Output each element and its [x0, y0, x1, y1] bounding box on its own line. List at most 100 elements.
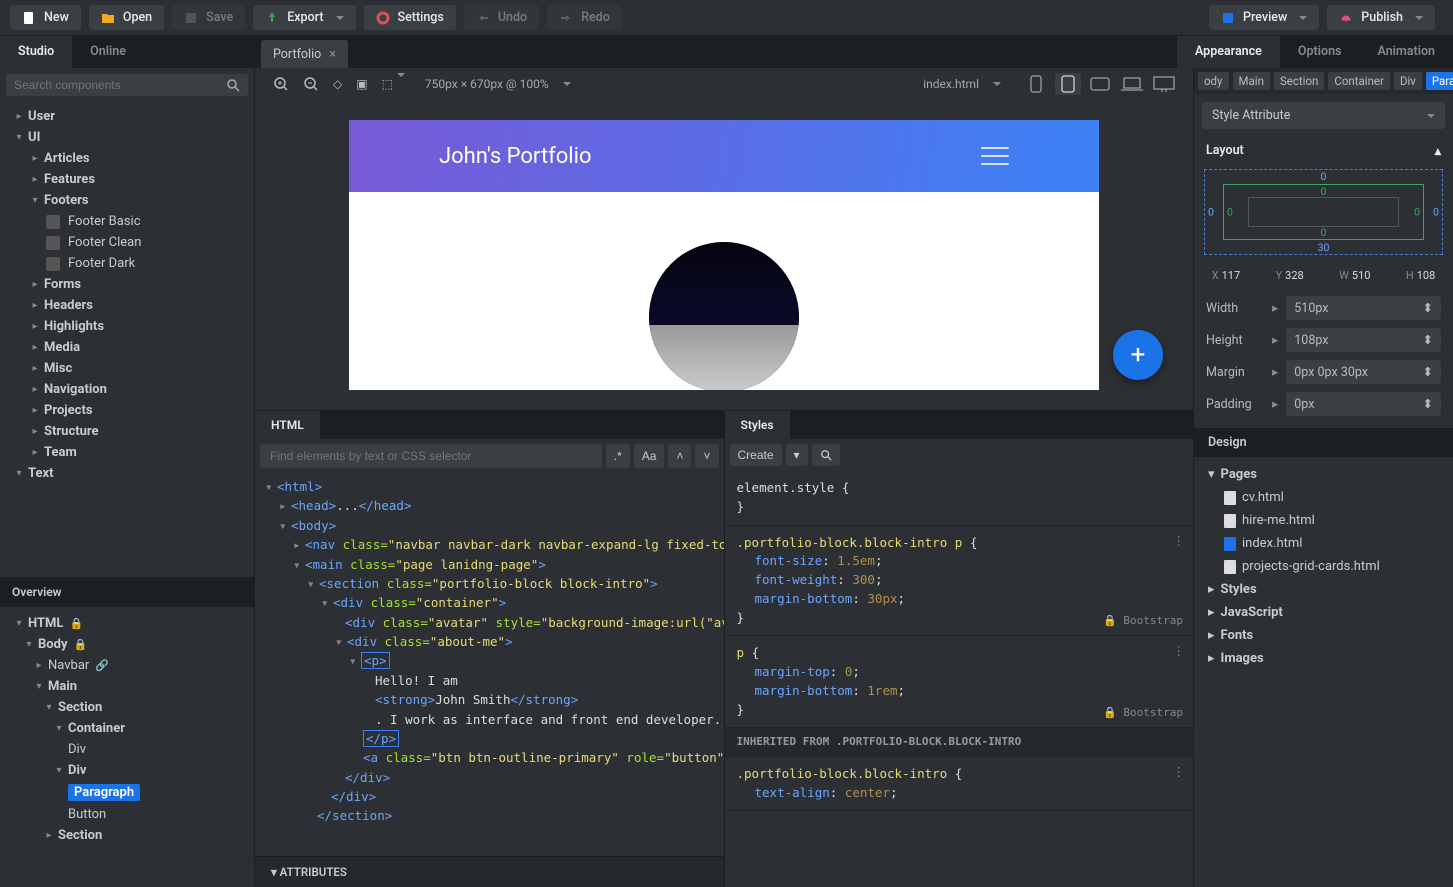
zoom-in-icon[interactable]: [271, 74, 291, 94]
close-icon[interactable]: ×: [329, 47, 336, 62]
search-input[interactable]: [14, 78, 226, 92]
crumb-paragraph[interactable]: Paragraph: [1426, 72, 1453, 90]
crumb-div[interactable]: Div: [1394, 72, 1422, 90]
ov-div2[interactable]: ▾Div: [0, 760, 254, 781]
tree-structure[interactable]: ▸Structure: [0, 421, 254, 442]
device-mobile-icon[interactable]: [1023, 73, 1049, 95]
new-button[interactable]: New: [10, 5, 81, 30]
crumb-container[interactable]: Container: [1328, 72, 1390, 90]
page-projects[interactable]: projects-grid-cards.html: [1194, 555, 1453, 578]
more-icon[interactable]: ⋮: [1173, 532, 1186, 551]
layout-header[interactable]: Layout▴: [1194, 137, 1453, 165]
tab-studio[interactable]: Studio: [0, 36, 72, 68]
search-styles-button[interactable]: [812, 444, 840, 466]
html-code[interactable]: ▾<html> ▸<head>...</head> ▾<body> ▸<nav …: [255, 473, 724, 856]
create-dropdown[interactable]: ▾: [786, 444, 808, 466]
design-tab[interactable]: Design: [1194, 428, 1453, 457]
page-index[interactable]: index.html: [1194, 532, 1453, 555]
redo-button[interactable]: Redo: [547, 5, 622, 30]
ov-html[interactable]: ▾HTML🔒: [0, 613, 254, 634]
ov-main[interactable]: ▾Main: [0, 676, 254, 697]
ov-button[interactable]: Button: [0, 804, 254, 825]
page-hire[interactable]: hire-me.html: [1194, 509, 1453, 532]
create-style-button[interactable]: Create: [730, 444, 782, 466]
tree-footer-dark[interactable]: Footer Dark: [0, 253, 254, 274]
crumb-body[interactable]: ody: [1198, 72, 1229, 90]
device-tablet-landscape-icon[interactable]: [1087, 73, 1113, 95]
tab-online[interactable]: Online: [72, 36, 144, 68]
add-fab-button[interactable]: +: [1113, 330, 1163, 380]
design-styles[interactable]: ▸Styles: [1194, 578, 1453, 601]
image-icon[interactable]: ▣: [354, 75, 369, 93]
export-button[interactable]: Export: [253, 5, 355, 30]
page-cv[interactable]: cv.html: [1194, 486, 1453, 509]
design-js[interactable]: ▸JavaScript: [1194, 601, 1453, 624]
preview-button[interactable]: Preview: [1209, 5, 1319, 30]
box-model[interactable]: 0 0 30 0 0 0 0 0: [1204, 169, 1443, 255]
settings-button[interactable]: Settings: [364, 5, 456, 30]
ov-section[interactable]: ▾Section: [0, 697, 254, 718]
tab-options[interactable]: Options: [1280, 36, 1360, 68]
case-button[interactable]: Aa: [634, 444, 665, 468]
save-button[interactable]: Save: [172, 5, 245, 30]
canvas-file[interactable]: index.html: [923, 77, 979, 91]
design-pages[interactable]: ▾Pages: [1194, 463, 1453, 486]
ov-body[interactable]: ▾Body🔒: [0, 634, 254, 655]
publish-button[interactable]: Publish: [1327, 5, 1435, 30]
crumb-main[interactable]: Main: [1233, 72, 1270, 90]
styles-body[interactable]: element.style { } ⋮ .portfolio-block.blo…: [725, 471, 1194, 887]
prev-button[interactable]: ˄: [668, 444, 691, 468]
search-components[interactable]: [6, 74, 248, 96]
tree-articles[interactable]: ▸Articles: [0, 148, 254, 169]
design-images[interactable]: ▸Images: [1194, 647, 1453, 670]
crumb-section[interactable]: Section: [1274, 72, 1324, 90]
device-desktop-icon[interactable]: [1151, 73, 1177, 95]
tree-footer-clean[interactable]: Footer Clean: [0, 232, 254, 253]
regex-button[interactable]: .*: [606, 444, 630, 468]
styles-tab[interactable]: Styles: [725, 411, 790, 439]
margin-input[interactable]: 0px 0px 30px⬍: [1286, 360, 1441, 384]
next-button[interactable]: ˅: [695, 444, 718, 468]
tree-text[interactable]: ▾Text: [0, 463, 254, 484]
ov-navbar[interactable]: ▸Navbar🔗: [0, 655, 254, 676]
style-attribute-select[interactable]: Style Attribute: [1202, 102, 1445, 129]
tree-footers[interactable]: ▾Footers: [0, 190, 254, 211]
tree-team[interactable]: ▸Team: [0, 442, 254, 463]
more-icon[interactable]: ⋮: [1173, 642, 1186, 661]
attributes-header[interactable]: ▾ ATTRIBUTES: [255, 856, 724, 887]
design-fonts[interactable]: ▸Fonts: [1194, 624, 1453, 647]
undo-button[interactable]: Undo: [464, 5, 539, 30]
ov-paragraph[interactable]: Paragraph: [0, 781, 254, 804]
find-elements-input[interactable]: [260, 444, 602, 468]
layers-icon[interactable]: ⬚: [380, 75, 407, 93]
rotate-icon[interactable]: ◇: [331, 75, 344, 93]
height-input[interactable]: 108px⬍: [1286, 328, 1441, 352]
tree-media[interactable]: ▸Media: [0, 337, 254, 358]
device-laptop-icon[interactable]: [1119, 73, 1145, 95]
width-input[interactable]: 510px⬍: [1286, 296, 1441, 320]
preview-canvas[interactable]: John's Portfolio: [349, 120, 1099, 390]
tree-projects[interactable]: ▸Projects: [0, 400, 254, 421]
tree-misc[interactable]: ▸Misc: [0, 358, 254, 379]
open-button[interactable]: Open: [89, 5, 164, 30]
tree-ui[interactable]: ▾UI: [0, 127, 254, 148]
caret-down-icon: [1299, 16, 1307, 20]
tree-navigation[interactable]: ▸Navigation: [0, 379, 254, 400]
tab-animation[interactable]: Animation: [1360, 36, 1453, 68]
ov-section2[interactable]: ▸Section: [0, 825, 254, 846]
tree-headers[interactable]: ▸Headers: [0, 295, 254, 316]
tree-footer-basic[interactable]: Footer Basic: [0, 211, 254, 232]
ov-div1[interactable]: Div: [0, 739, 254, 760]
device-tablet-portrait-icon[interactable]: [1055, 73, 1081, 95]
html-tab[interactable]: HTML: [255, 411, 320, 439]
document-tab-portfolio[interactable]: Portfolio ×: [261, 40, 348, 68]
zoom-out-icon[interactable]: [301, 74, 321, 94]
more-icon[interactable]: ⋮: [1173, 763, 1186, 782]
tab-appearance[interactable]: Appearance: [1177, 36, 1280, 68]
tree-user[interactable]: ▸User: [0, 106, 254, 127]
ov-container[interactable]: ▾Container: [0, 718, 254, 739]
tree-features[interactable]: ▸Features: [0, 169, 254, 190]
padding-input[interactable]: 0px⬍: [1286, 392, 1441, 416]
tree-forms[interactable]: ▸Forms: [0, 274, 254, 295]
tree-highlights[interactable]: ▸Highlights: [0, 316, 254, 337]
